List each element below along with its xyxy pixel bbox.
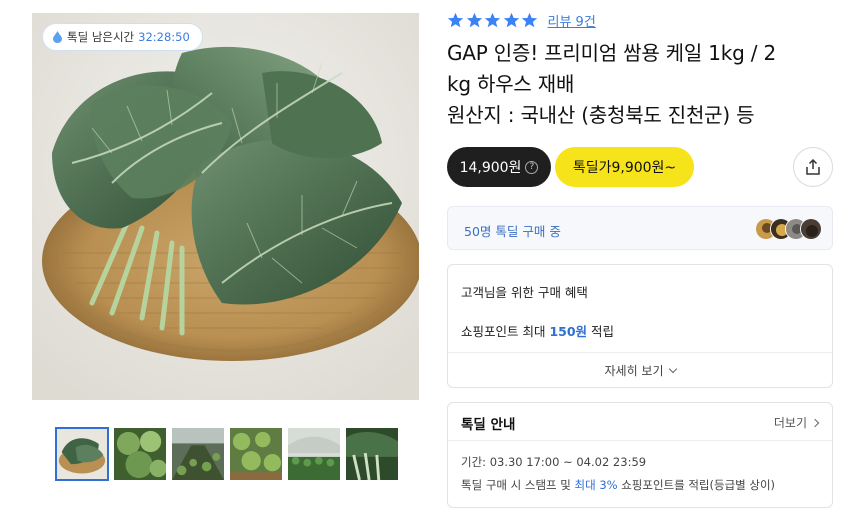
deal-price-button[interactable]: 톡딜가9,900원~ <box>555 147 694 187</box>
kale-basket-illustration <box>32 13 419 400</box>
chevron-right-icon <box>810 418 820 428</box>
view-details-button[interactable]: 자세히 보기 <box>448 362 832 379</box>
divider <box>448 352 832 353</box>
deal-period: 기간: 03.30 17:00 ~ 04.02 23:59 <box>461 455 647 469</box>
more-link-label: 더보기 <box>773 416 807 430</box>
deal-price: 톡딜가9,900원~ <box>572 160 677 176</box>
benefits-card: 고객님을 위한 구매 혜택 쇼핑포인트 최대 150원 적립 자세히 보기 <box>447 264 833 388</box>
divider <box>448 440 832 441</box>
deal-info-heading: 톡딜 안내 <box>461 417 516 433</box>
chevron-down-icon <box>668 364 677 374</box>
points-benefit: 쇼핑포인트 최대 150원 적립 <box>461 321 614 340</box>
buyers-count: 50명 톡딜 구매 중 <box>464 224 561 239</box>
rating-row: 리뷰 9건 <box>447 11 596 30</box>
thumbnail-6[interactable] <box>345 427 399 481</box>
star-icon <box>521 12 538 28</box>
product-main-image <box>32 13 419 400</box>
stamp-prefix: 톡딜 구매 시 스탬프 및 <box>461 478 575 492</box>
timer-label: 톡딜 남은시간 <box>67 30 135 44</box>
thumbnail-4[interactable] <box>229 427 283 481</box>
regular-price: 14,900원 <box>459 160 522 176</box>
view-details-label: 자세히 보기 <box>604 364 664 378</box>
share-button[interactable] <box>793 147 833 187</box>
product-title-line: kg 하우스 재배 <box>447 72 575 96</box>
share-icon <box>806 158 820 175</box>
thumbnail-5[interactable] <box>287 427 341 481</box>
help-icon[interactable]: ? <box>525 160 539 174</box>
thumbnail-2[interactable] <box>113 427 167 481</box>
drop-icon <box>53 31 62 43</box>
benefits-heading: 고객님을 위한 구매 혜택 <box>461 285 588 300</box>
points-suffix: 적립 <box>587 324 615 339</box>
more-link[interactable]: 더보기 <box>773 414 820 431</box>
product-title: GAP 인증! 프리미엄 쌈용 케일 1kg / 2 kg 하우스 재배 원산지… <box>447 38 837 131</box>
star-icon <box>447 12 464 28</box>
deal-info-card: 톡딜 안내 더보기 기간: 03.30 17:00 ~ 04.02 23:59 … <box>447 402 833 508</box>
deal-timer-badge: 톡딜 남은시간 32:28:50 <box>42 23 203 51</box>
product-origin: 원산지 : 국내산 (충청북도 진천군) 등 <box>447 103 755 127</box>
thumbnail-1[interactable] <box>55 427 109 481</box>
stamp-suffix: 쇼핑포인트를 적립(등급별 상이) <box>617 478 776 492</box>
review-count-link[interactable]: 리뷰 9건 <box>548 11 596 30</box>
points-prefix: 쇼핑포인트 최대 <box>461 324 550 339</box>
star-icon <box>466 12 482 28</box>
star-icon <box>503 12 519 28</box>
points-value: 150원 <box>549 324 588 339</box>
buyer-avatars <box>755 218 822 240</box>
thumbnail-strip <box>55 427 399 481</box>
regular-price-button[interactable]: 14,900원 ? <box>447 147 551 187</box>
thumbnail-3[interactable] <box>171 427 225 481</box>
timer-value: 32:28:50 <box>138 30 190 44</box>
star-icon <box>484 12 501 28</box>
stamp-highlight: 최대 3% <box>574 478 618 492</box>
stamp-benefit: 톡딜 구매 시 스탬프 및 최대 3% 쇼핑포인트를 적립(등급별 상이) <box>461 477 775 493</box>
avatar <box>800 218 822 240</box>
buyers-card: 50명 톡딜 구매 중 <box>447 206 833 250</box>
product-title-line: GAP 인증! 프리미엄 쌈용 케일 1kg / 2 <box>447 41 777 65</box>
